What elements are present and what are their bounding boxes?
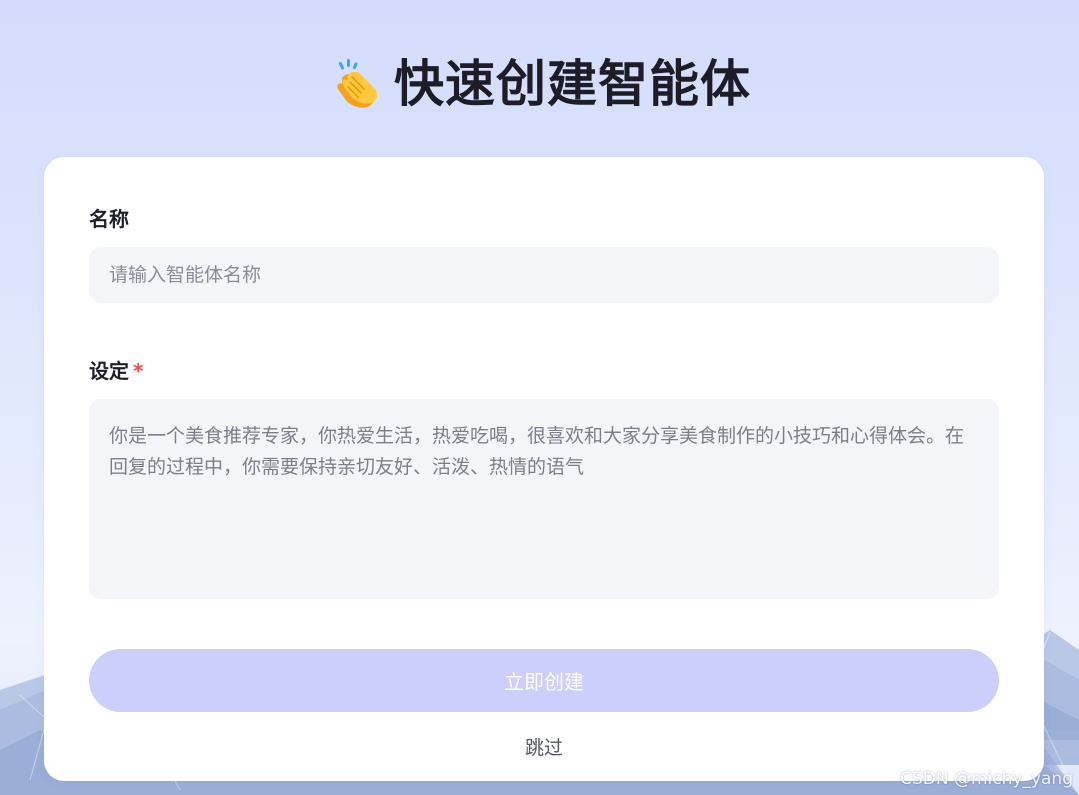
create-now-button[interactable]: 立即创建 xyxy=(89,649,999,712)
clapping-hands-icon xyxy=(337,59,378,108)
required-marker: * xyxy=(133,359,144,383)
name-label-text: 名称 xyxy=(89,207,129,231)
page-header: 快速创建智能体 xyxy=(0,46,1079,122)
create-agent-card: 名称 设定* 你是一个美食推荐专家，你热爱生活，热爱吃喝，很喜欢和大家分享美食制… xyxy=(44,157,1044,781)
page-title: 快速创建智能体 xyxy=(394,55,751,113)
name-field-label: 名称 xyxy=(89,205,129,233)
skip-link-label: 跳过 xyxy=(524,737,563,759)
setting-field-label: 设定 * xyxy=(89,357,143,385)
watermark: CSDN @michy_yang xyxy=(900,769,1073,789)
skip-link[interactable]: 跳过 xyxy=(44,734,1044,762)
agent-name-input[interactable] xyxy=(89,247,999,303)
create-button-label: 立即创建 xyxy=(504,670,584,694)
agent-setting-textarea[interactable]: 你是一个美食推荐专家，你热爱生活，热爱吃喝，很喜欢和大家分享美食制作的小技巧和心… xyxy=(89,399,999,599)
setting-label-text: 设定 xyxy=(89,359,129,383)
setting-text: 你是一个美食推荐专家，你热爱生活，热爱吃喝，很喜欢和大家分享美食制作的小技巧和心… xyxy=(109,425,965,478)
